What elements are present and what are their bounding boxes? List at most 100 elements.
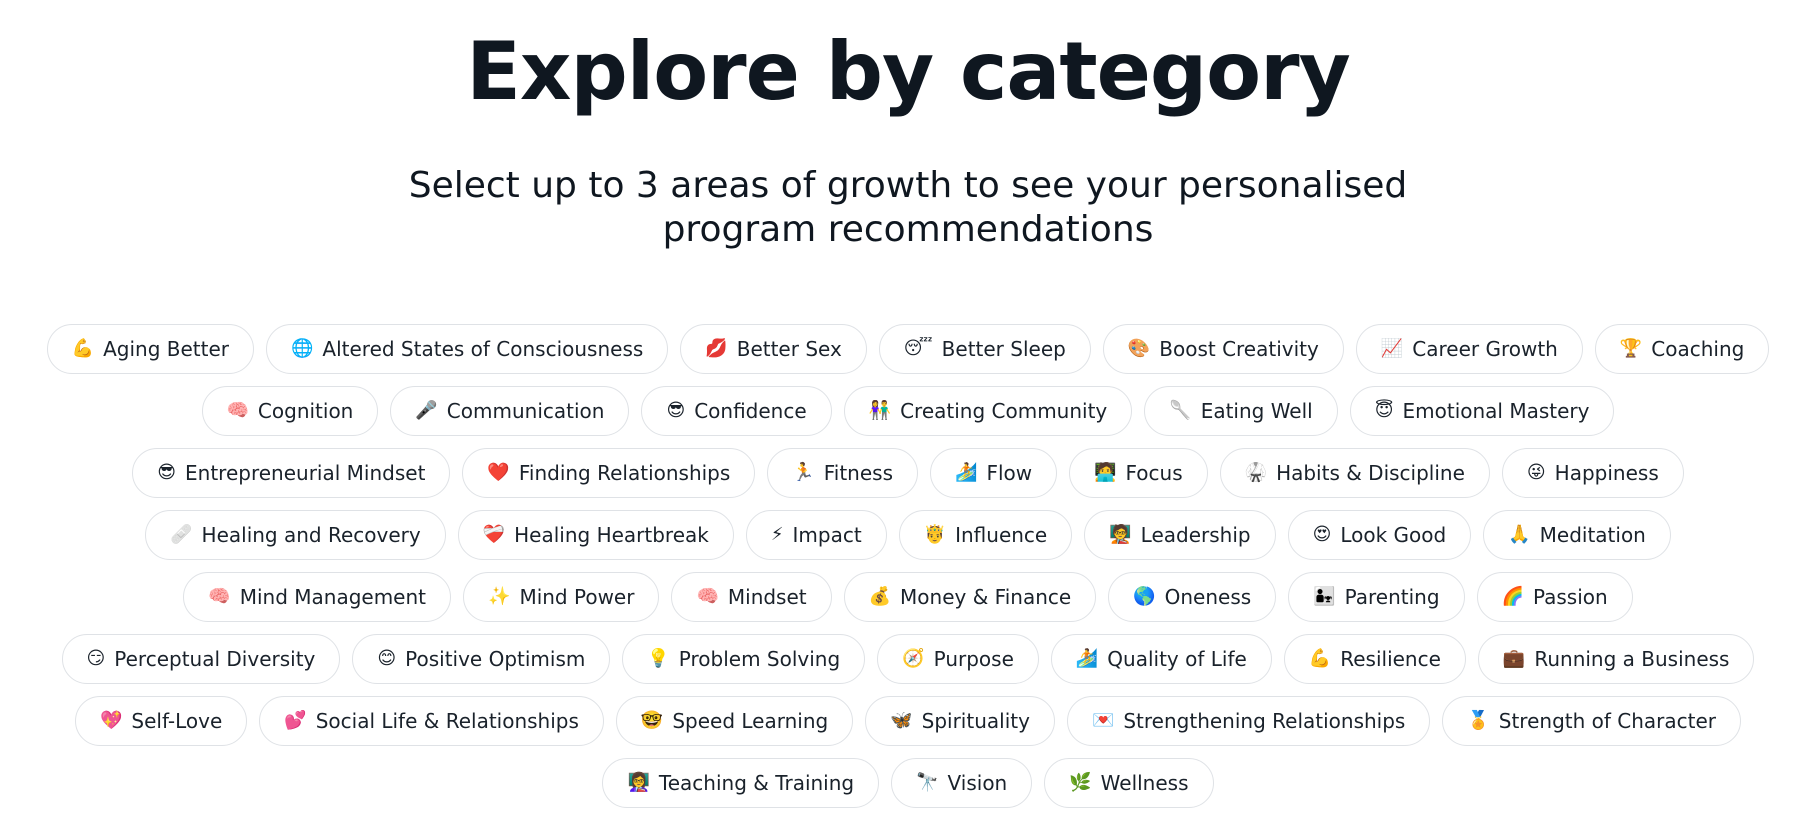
category-chip-meditation[interactable]: 🙏 Meditation (1483, 510, 1671, 560)
category-chip-altered-states-of-consciousness[interactable]: 🌐 Altered States of Consciousness (265, 324, 669, 374)
category-chip-self-love[interactable]: 💖 Self-Love (74, 696, 248, 746)
flexed-biceps-icon: 💪 (1308, 648, 1332, 669)
gi-uniform-icon: 🥋 (1244, 462, 1268, 483)
love-letter-icon: 💌 (1091, 710, 1115, 731)
category-chip-label: Parenting (1344, 585, 1440, 609)
category-chip-finding-relationships[interactable]: ❤️ Finding Relationships (462, 448, 756, 498)
category-chip-mind-power[interactable]: ✨ Mind Power (463, 572, 660, 622)
category-chip-label: Meditation (1539, 523, 1646, 547)
category-chip-social-life-and-relationships[interactable]: 💕 Social Life & Relationships (259, 696, 604, 746)
category-chip-eating-well[interactable]: 🥄 Eating Well (1144, 386, 1338, 436)
category-chip-money-and-finance[interactable]: 💰 Money & Finance (843, 572, 1097, 622)
category-chip-cognition[interactable]: 🧠 Cognition (201, 386, 379, 436)
category-chip-label: Vision (947, 771, 1008, 795)
category-chip-label: Communication (446, 399, 605, 423)
category-chip-fitness[interactable]: 🏃 Fitness (767, 448, 919, 498)
category-chip-aging-better[interactable]: 💪 Aging Better (46, 324, 254, 374)
category-chip-vision[interactable]: 🔭 Vision (891, 758, 1033, 808)
category-chip-habits-and-discipline[interactable]: 🥋 Habits & Discipline (1219, 448, 1490, 498)
parent-child-icon: 👨‍👧 (1313, 586, 1336, 607)
category-chip-label: Fitness (823, 461, 894, 485)
category-chip-positive-optimism[interactable]: 😊 Positive Optimism (352, 634, 611, 684)
category-chip-focus[interactable]: 🧑‍💻 Focus (1069, 448, 1208, 498)
category-chip-label: Boost Creativity (1159, 337, 1319, 361)
category-chip-label: Perceptual Diversity (114, 647, 316, 671)
category-chip-influence[interactable]: 🤴 Influence (898, 510, 1073, 560)
money-bag-icon: 💰 (868, 586, 892, 607)
category-chip-emotional-mastery[interactable]: 😇 Emotional Mastery (1349, 386, 1615, 436)
category-chip-flow[interactable]: 🏄 Flow (930, 448, 1058, 498)
page-header: Explore by category Select up to 3 areas… (0, 0, 1816, 252)
category-chip-purpose[interactable]: 🧭 Purpose (877, 634, 1039, 684)
chart-increasing-icon: 📈 (1380, 338, 1404, 359)
category-chip-list: 💪 Aging Better 🌐 Altered States of Consciou… (0, 324, 1816, 820)
heart-icon: 💖 (99, 710, 123, 731)
sunglasses-face-icon: 😎 (666, 400, 686, 421)
category-chip-better-sex[interactable]: 💋 Better Sex (680, 324, 867, 374)
category-chip-label: Passion (1532, 585, 1608, 609)
category-chip-mind-management[interactable]: 🧠 Mind Management (183, 572, 452, 622)
flexed-biceps-icon: 💪 (71, 338, 95, 359)
category-chip-label: Better Sex (736, 337, 842, 361)
category-chip-speed-learning[interactable]: 🤓 Speed Learning (615, 696, 854, 746)
category-chip-strengthening-relationships[interactable]: 💌 Strengthening Relationships (1066, 696, 1431, 746)
category-chip-label: Creating Community (900, 399, 1108, 423)
category-chip-confidence[interactable]: 😎 Confidence (641, 386, 832, 436)
surfer-icon: 🏄 (955, 462, 978, 483)
category-chip-label: Eating Well (1200, 399, 1313, 423)
category-row: 😎 Entrepreneurial Mindset ❤️ Finding Relati… (132, 448, 1684, 500)
red-heart-icon: ❤️ (487, 462, 510, 483)
trophy-icon: 🏆 (1619, 338, 1643, 359)
category-chip-creating-community[interactable]: 👫 Creating Community (843, 386, 1133, 436)
category-chip-label: Healing Heartbreak (514, 523, 709, 547)
category-chip-impact[interactable]: ⚡ Impact (745, 510, 887, 560)
globe-icon: 🌎 (1133, 586, 1156, 607)
category-chip-running-a-business[interactable]: 💼 Running a Business (1477, 634, 1755, 684)
category-chip-teaching-and-training[interactable]: 👩‍🏫 Teaching & Training (602, 758, 880, 808)
category-chip-career-growth[interactable]: 📈 Career Growth (1355, 324, 1583, 374)
category-chip-label: Leadership (1140, 523, 1251, 547)
category-chip-label: Money & Finance (900, 585, 1072, 609)
page-title: Explore by category (466, 25, 1350, 118)
leader-icon: 🧑‍🏫 (1109, 524, 1132, 545)
category-chip-happiness[interactable]: 😜 Happiness (1501, 448, 1684, 498)
grinning-face-icon: 😜 (1526, 462, 1546, 483)
category-chip-leadership[interactable]: 🧑‍🏫 Leadership (1084, 510, 1276, 560)
category-chip-label: Quality of Life (1107, 647, 1247, 671)
category-chip-problem-solving[interactable]: 💡 Problem Solving (622, 634, 866, 684)
category-chip-label: Look Good (1340, 523, 1447, 547)
category-chip-label: Altered States of Consciousness (322, 337, 644, 361)
category-chip-quality-of-life[interactable]: 🏄 Quality of Life (1050, 634, 1272, 684)
category-chip-passion[interactable]: 🌈 Passion (1476, 572, 1633, 622)
category-chip-oneness[interactable]: 🌎 Oneness (1108, 572, 1277, 622)
category-chip-mindset[interactable]: 🧠 Mindset (671, 572, 832, 622)
category-chip-label: Career Growth (1412, 337, 1558, 361)
bandage-icon: 🩹 (170, 524, 193, 545)
category-chip-boost-creativity[interactable]: 🎨 Boost Creativity (1102, 324, 1344, 374)
teacher-icon: 👩‍🏫 (627, 772, 650, 793)
category-chip-strength-of-character[interactable]: 🏅 Strength of Character (1442, 696, 1742, 746)
praying-hands-icon: 🙏 (1508, 524, 1531, 545)
lightning-icon: ⚡ (770, 524, 784, 545)
category-chip-communication[interactable]: 🎤 Communication (390, 386, 630, 436)
category-chip-healing-and-recovery[interactable]: 🩹 Healing and Recovery (145, 510, 446, 560)
rainbow-icon: 🌈 (1501, 586, 1524, 607)
category-chip-coaching[interactable]: 🏆 Coaching (1594, 324, 1770, 374)
category-chip-spirituality[interactable]: 🦋 Spirituality (865, 696, 1055, 746)
category-chip-label: Focus (1125, 461, 1183, 485)
category-chip-healing-heartbreak[interactable]: ❤️‍🩹 Healing Heartbreak (457, 510, 734, 560)
halo-face-icon: 😇 (1374, 400, 1394, 421)
brain-icon: 🧠 (226, 400, 249, 421)
category-chip-parenting[interactable]: 👨‍👧 Parenting (1288, 572, 1465, 622)
category-chip-label: Impact (792, 523, 862, 547)
herb-icon: 🌿 (1069, 772, 1092, 793)
category-chip-look-good[interactable]: 😍 Look Good (1287, 510, 1472, 560)
category-chip-label: Problem Solving (678, 647, 841, 671)
category-chip-perceptual-diversity[interactable]: 😏 Perceptual Diversity (61, 634, 341, 684)
category-chip-label: Self-Love (131, 709, 223, 733)
category-chip-entrepreneurial-mindset[interactable]: 😎 Entrepreneurial Mindset (132, 448, 451, 498)
category-chip-resilience[interactable]: 💪 Resilience (1283, 634, 1466, 684)
category-chip-label: Teaching & Training (658, 771, 855, 795)
category-chip-wellness[interactable]: 🌿 Wellness (1044, 758, 1214, 808)
category-chip-better-sleep[interactable]: 😴 Better Sleep (878, 324, 1091, 374)
